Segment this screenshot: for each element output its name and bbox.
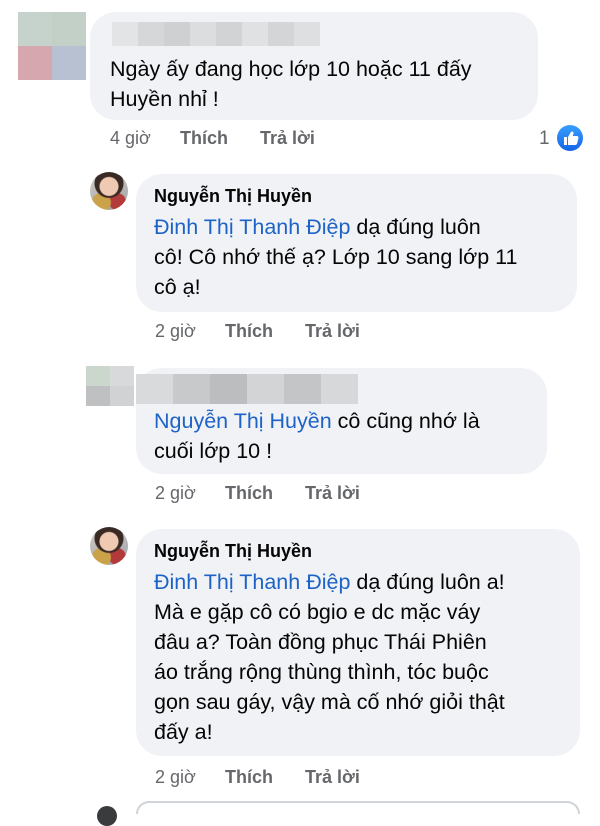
reply-button[interactable]: Trả lời bbox=[305, 767, 360, 788]
comment-text: Nguyễn Thị Huyền cô cũng nhớ là cuối lớp… bbox=[154, 406, 544, 466]
comment-time[interactable]: 2 giờ bbox=[155, 483, 196, 504]
mention-link[interactable]: Đinh Thị Thanh Điệp bbox=[154, 215, 350, 239]
comment-actions: 2 giờ Thích Trả lời bbox=[155, 321, 555, 345]
comment-actions: 2 giờ Thích Trả lời bbox=[155, 767, 555, 791]
comment-line: Ngày ấy đang học lớp 10 hoặc 11 đấy bbox=[110, 57, 472, 81]
blurred-avatar bbox=[18, 12, 86, 80]
comment-line: cuối lớp 10 ! bbox=[154, 439, 273, 463]
comment-line: dạ đúng luôn a! bbox=[350, 570, 505, 594]
blurred-author-name bbox=[136, 374, 358, 404]
comment-line: cô cũng nhớ là bbox=[331, 409, 480, 433]
avatar[interactable] bbox=[90, 527, 128, 565]
comment-line: đâu a? Toàn đồng phục Thái Phiên bbox=[154, 630, 487, 654]
comment-actions: 4 giờ Thích Trả lời bbox=[110, 128, 510, 152]
comment-time[interactable]: 2 giờ bbox=[155, 321, 196, 342]
comment-actions: 2 giờ Thích Trả lời bbox=[155, 483, 555, 507]
comment-text: Ngày ấy đang học lớp 10 hoặc 11 đấy Huyề… bbox=[110, 54, 530, 114]
reply-button[interactable]: Trả lời bbox=[305, 321, 360, 342]
reply-button[interactable]: Trả lời bbox=[305, 483, 360, 504]
like-button[interactable]: Thích bbox=[225, 767, 273, 788]
comment-line: Mà e gặp cô có bgio e dc mặc váy bbox=[154, 600, 481, 624]
comment-line: áo trắng rộng thùng thình, tóc buộc bbox=[154, 660, 489, 684]
blurred-avatar bbox=[86, 366, 134, 406]
mention-link[interactable]: Nguyễn Thị Huyền bbox=[154, 409, 332, 433]
comment-line: Huyền nhỉ ! bbox=[110, 87, 219, 111]
comment-bubble-4: Nguyễn Thị Huyền Đinh Thị Thanh Điệp dạ … bbox=[136, 529, 580, 756]
like-button[interactable]: Thích bbox=[225, 321, 273, 342]
composer-avatar bbox=[97, 806, 117, 826]
comment-time[interactable]: 4 giờ bbox=[110, 128, 151, 149]
comment-line: gọn sau gáy, vậy mà cố nhớ giỏi thật bbox=[154, 690, 505, 714]
comment-author[interactable]: Nguyễn Thị Huyền bbox=[154, 541, 312, 562]
comment-time[interactable]: 2 giờ bbox=[155, 767, 196, 788]
comment-text: Đinh Thị Thanh Điệp dạ đúng luôn a! Mà e… bbox=[154, 567, 578, 747]
thumbs-up-icon[interactable] bbox=[557, 125, 583, 151]
mention-link[interactable]: Đinh Thị Thanh Điệp bbox=[154, 570, 350, 594]
comment-line: cô! Cô nhớ thế ạ? Lớp 10 sang lớp 11 bbox=[154, 245, 518, 269]
comment-bubble-3: Nguyễn Thị Huyền cô cũng nhớ là cuối lớp… bbox=[136, 368, 547, 474]
comment-text: Đinh Thị Thanh Điệp dạ đúng luôn cô! Cô … bbox=[154, 212, 574, 302]
like-button[interactable]: Thích bbox=[180, 128, 228, 149]
comment-line: dạ đúng luôn bbox=[350, 215, 481, 239]
like-button[interactable]: Thích bbox=[225, 483, 273, 504]
comment-line: đấy a! bbox=[154, 720, 213, 744]
avatar[interactable] bbox=[90, 172, 128, 210]
comment-author[interactable]: Nguyễn Thị Huyền bbox=[154, 186, 312, 207]
reaction-count[interactable]: 1 bbox=[539, 128, 550, 150]
reply-button[interactable]: Trả lời bbox=[260, 128, 315, 149]
comment-bubble-1: Ngày ấy đang học lớp 10 hoặc 11 đấy Huyề… bbox=[90, 12, 538, 120]
reply-input[interactable] bbox=[136, 801, 580, 814]
comment-line: cô ạ! bbox=[154, 275, 201, 299]
comment-bubble-2: Nguyễn Thị Huyền Đinh Thị Thanh Điệp dạ … bbox=[136, 174, 577, 312]
blurred-author-name bbox=[112, 22, 320, 46]
